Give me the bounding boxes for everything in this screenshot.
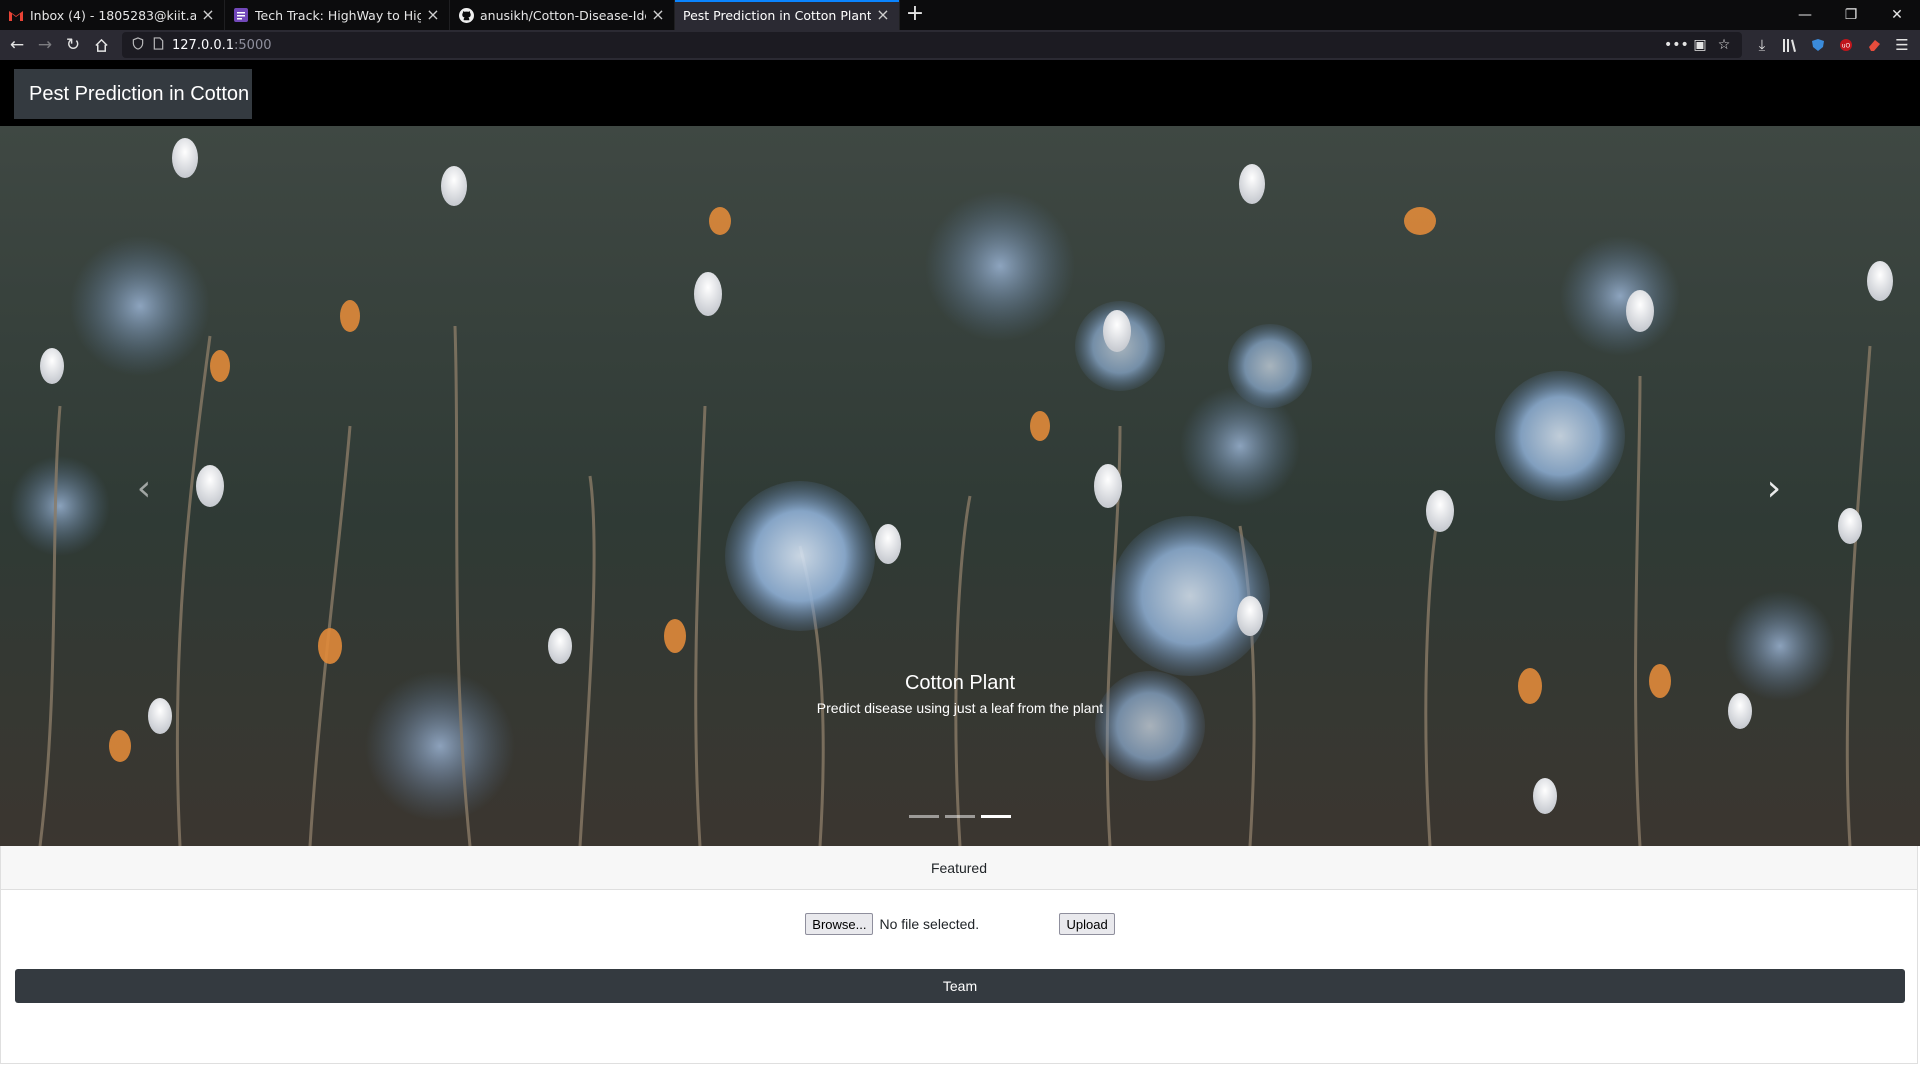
tab-title: Tech Track: HighWay to HighR [255,7,421,23]
carousel-prev-icon[interactable]: ‹ [124,458,164,518]
shield-icon[interactable] [128,36,148,54]
upload-button[interactable]: Upload [1059,913,1115,935]
browser-tab-techtrack[interactable]: Tech Track: HighWay to HighR × [225,0,450,30]
file-status-text: No file selected. [879,916,980,932]
browser-tab-active[interactable]: Pest Prediction in Cotton Plants × [675,0,900,30]
page-actions-icon[interactable]: ••• [1664,37,1689,53]
vpn-extension-icon[interactable] [1804,32,1832,58]
navbar-brand[interactable]: Pest Prediction in Cotton [14,69,252,119]
browser-tab-github[interactable]: anusikh/Cotton-Disease-Identi × [450,0,675,30]
minimize-button[interactable]: — [1782,0,1828,30]
home-icon[interactable] [88,32,114,58]
browser-tab-gmail[interactable]: Inbox (4) - 1805283@kiit.ac.in × [0,0,225,30]
new-tab-button[interactable]: + [900,0,930,30]
bookmark-star-icon[interactable]: ☆ [1712,37,1736,53]
reader-view-icon[interactable]: ▣ [1688,37,1712,53]
carousel-indicator-active[interactable] [981,815,1011,818]
svg-text:uO: uO [1842,43,1851,50]
upload-card: Featured Browse... No file selected. Upl… [0,846,1918,1064]
hero-carousel: ‹ › [0,126,1920,846]
gmail-icon [8,7,24,23]
site-navbar: Pest Prediction in Cotton [0,60,1920,126]
url-text[interactable]: 127.0.0.1:5000 [172,38,272,53]
carousel-background-image [0,126,1920,846]
tab-close-icon[interactable]: × [200,7,216,23]
carousel-indicator[interactable] [945,815,975,818]
reload-icon[interactable]: ↻ [60,32,86,58]
tab-title: anusikh/Cotton-Disease-Identi [480,7,646,23]
url-host: 127.0.0.1 [172,37,235,53]
download-icon[interactable]: ⤓ [1748,32,1776,58]
tab-title: Pest Prediction in Cotton Plants [683,7,871,23]
doc-icon [233,7,249,23]
tab-close-icon[interactable]: × [425,7,441,23]
browse-button[interactable]: Browse... [805,913,874,935]
caption-title: Cotton Plant [904,672,1016,694]
back-icon[interactable]: ← [4,32,30,58]
url-port: :5000 [234,37,272,53]
menu-icon[interactable]: ☰ [1888,32,1916,58]
urlbar-actions: ••• ▣ ☆ [1664,37,1736,53]
eraser-extension-icon[interactable] [1860,32,1888,58]
team-button[interactable]: Team [15,969,1905,1003]
carousel-indicator[interactable] [909,815,939,818]
tab-close-icon[interactable]: × [875,7,891,23]
restore-button[interactable]: ❐ [1828,0,1874,30]
web-page: Pest Prediction in Cotton ‹ › Cotton Pla… [0,60,1920,1080]
forward-icon[interactable]: → [32,32,58,58]
upload-form: Browse... No file selected. Upload [1,913,1919,935]
carousel-next-icon[interactable]: › [1754,458,1794,518]
caption-text: Predict disease using just a leaf from t… [816,700,1104,716]
tab-title: Inbox (4) - 1805283@kiit.ac.in [30,7,196,23]
carousel-indicators [0,815,1920,818]
card-header: Featured [1,846,1917,890]
address-bar[interactable]: 127.0.0.1:5000 ••• ▣ ☆ [122,32,1742,58]
window-controls: — ❐ ✕ [1782,0,1920,30]
close-window-button[interactable]: ✕ [1874,0,1920,30]
tab-close-icon[interactable]: × [650,7,666,23]
browser-tab-bar: Inbox (4) - 1805283@kiit.ac.in × Tech Tr… [0,0,1920,30]
github-icon [458,7,474,23]
library-icon[interactable] [1776,32,1804,58]
ublock-extension-icon[interactable]: uO [1832,32,1860,58]
page-icon [148,36,168,54]
browser-nav-bar: ← → ↻ 127.0.0.1:5000 ••• ▣ ☆ ⤓ uO ☰ [0,30,1920,60]
